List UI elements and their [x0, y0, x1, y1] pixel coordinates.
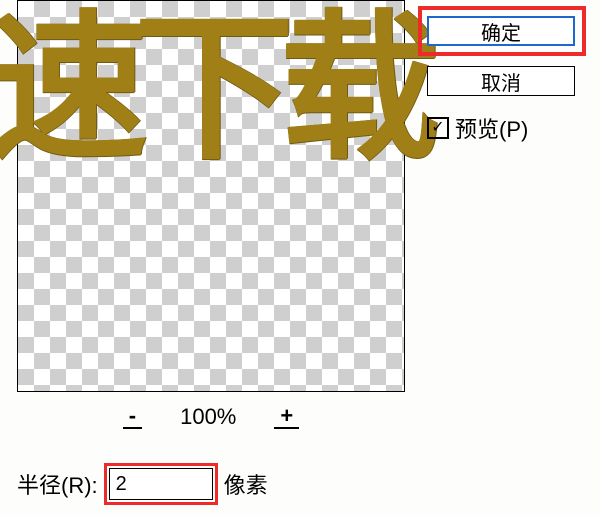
radius-unit: 像素 — [224, 468, 268, 500]
preview-panel[interactable]: 速下载 — [17, 0, 405, 392]
ok-button-label: 确定 — [481, 17, 521, 46]
cancel-button-label: 取消 — [481, 67, 521, 96]
zoom-in-label: + — [280, 405, 293, 427]
zoom-value: 100% — [180, 404, 236, 430]
radius-row: 半径(R): 像素 — [17, 463, 268, 505]
radius-input[interactable] — [109, 468, 213, 500]
preview-checkbox[interactable]: ✓ 预览(P) — [427, 112, 528, 144]
checkbox-box: ✓ — [427, 117, 449, 139]
gaussian-blur-dialog: 速下载 - 100% + 半径(R): 像素 确定 取消 ✓ 预览(P) — [0, 0, 600, 517]
zoom-in-button[interactable]: + — [274, 405, 299, 429]
cancel-button[interactable]: 取消 — [427, 66, 575, 96]
radius-input-highlight — [104, 463, 218, 505]
zoom-out-button[interactable]: - — [123, 405, 142, 429]
preview-checkbox-label: 预览(P) — [455, 112, 528, 144]
zoom-out-label: - — [129, 405, 136, 427]
radius-label: 半径(R): — [17, 468, 98, 500]
preview-sample-text: 速下载 — [0, 9, 426, 169]
zoom-controls: - 100% + — [17, 400, 405, 434]
ok-button[interactable]: 确定 — [427, 16, 575, 46]
check-icon: ✓ — [431, 120, 444, 136]
